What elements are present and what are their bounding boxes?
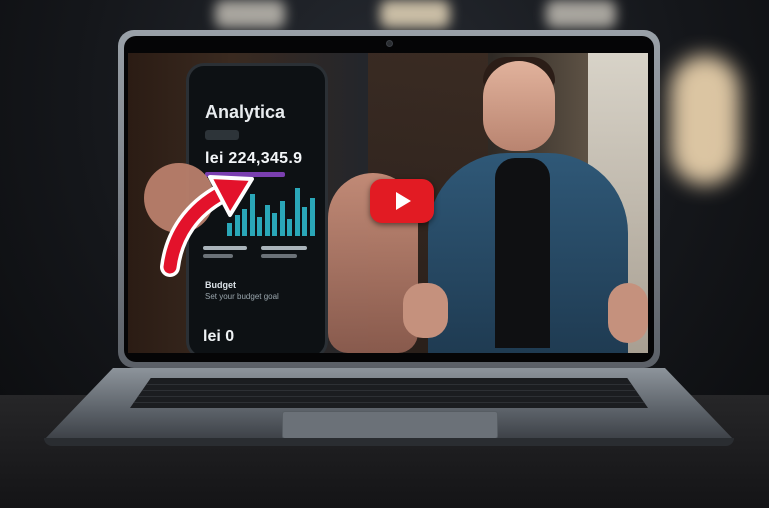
phone-total-amount: lei 224,345.9 [205, 150, 303, 167]
phone-chart-bar [287, 219, 292, 236]
phone-chart-bar [302, 207, 307, 236]
key-row [130, 390, 648, 391]
key-row [130, 402, 648, 403]
background-light [670, 55, 740, 185]
youtube-play-button[interactable] [370, 179, 434, 223]
video-thumbnail[interactable]: Analytica lei 224,345.9 Budget Set your … [128, 53, 648, 353]
phone-bottom-amount: lei 0 [203, 328, 235, 345]
phone-chart-bar [294, 188, 300, 236]
key-row [130, 396, 648, 397]
photo-scene: Analytica lei 224,345.9 Budget Set your … [0, 0, 769, 508]
background-light [215, 0, 285, 28]
card-text-line [261, 246, 307, 250]
curved-arrow-icon [160, 175, 254, 277]
phone-chart-bar [309, 198, 315, 236]
key-row [130, 384, 648, 385]
phone-chart-bar [264, 205, 270, 236]
phone-chart-bar [272, 213, 277, 236]
person-left-hand [403, 283, 448, 338]
background-light [380, 0, 450, 28]
person-head [483, 61, 555, 151]
phone-chart-bar [279, 201, 285, 236]
play-icon [396, 192, 411, 210]
card-text-line [261, 254, 297, 258]
phone-budget-label: Budget [205, 280, 236, 290]
phone-app-title: Analytica [205, 102, 286, 122]
background-light [546, 0, 616, 28]
laptop-keyboard [130, 378, 648, 408]
phone-date-chip [205, 130, 239, 140]
laptop-trackpad [282, 411, 498, 439]
person-right-hand [608, 283, 648, 343]
arrow-shaft-fill [163, 186, 229, 274]
person-shirt [495, 158, 550, 348]
laptop-base-edge [44, 438, 734, 446]
webcam-icon [386, 40, 393, 47]
phone-budget-sub: Set your budget goal [205, 292, 279, 301]
